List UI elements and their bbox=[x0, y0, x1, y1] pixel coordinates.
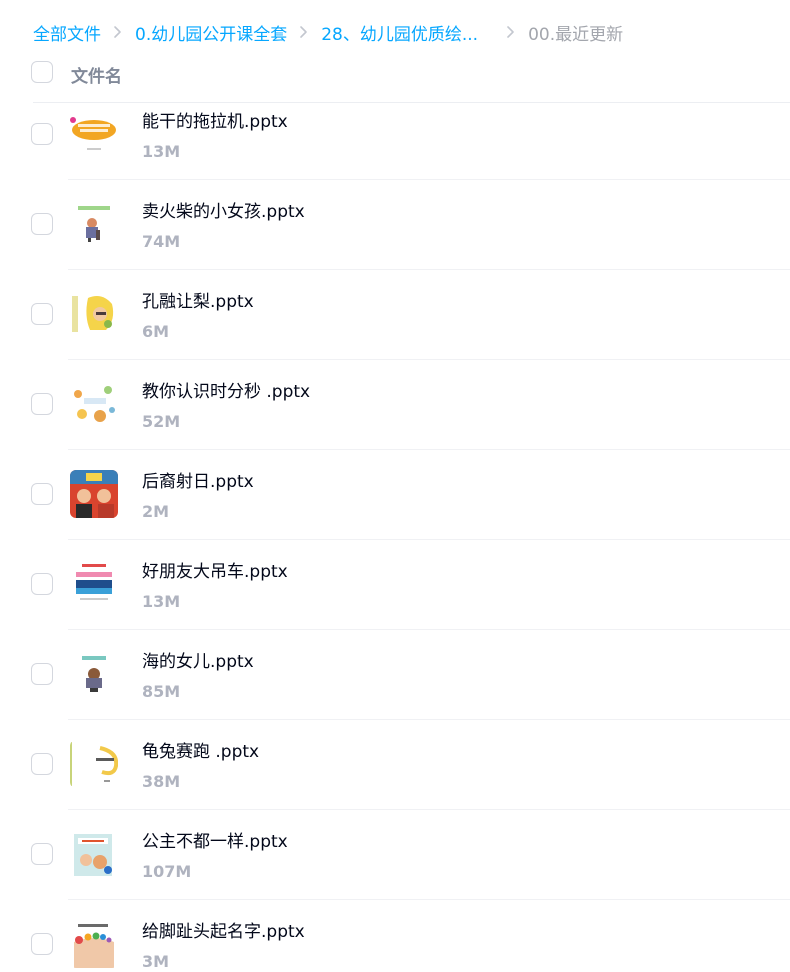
file-row[interactable]: 龟兔赛跑 .pptx 38M bbox=[0, 720, 790, 810]
row-checkbox[interactable] bbox=[31, 303, 53, 325]
clock-lesson-cover-thumbnail-icon bbox=[70, 380, 118, 428]
file-name[interactable]: 好朋友大吊车.pptx bbox=[142, 557, 288, 582]
file-size: 107M bbox=[142, 862, 192, 881]
row-checkbox[interactable] bbox=[31, 213, 53, 235]
file-size: 6M bbox=[142, 322, 170, 341]
crane-cover-thumbnail-icon bbox=[70, 560, 118, 608]
file-size: 13M bbox=[142, 592, 181, 611]
file-size: 38M bbox=[142, 772, 181, 791]
column-header-filename: 文件名 bbox=[71, 67, 122, 87]
tortoise-hare-cover-thumbnail-icon bbox=[70, 740, 118, 788]
row-checkbox[interactable] bbox=[31, 483, 53, 505]
file-size: 85M bbox=[142, 682, 181, 701]
file-name[interactable]: 给脚趾头起名字.pptx bbox=[142, 917, 305, 942]
file-size: 52M bbox=[142, 412, 181, 431]
breadcrumb-item-all-files[interactable]: 全部文件 bbox=[33, 20, 101, 45]
mermaid-cover-thumbnail-icon bbox=[70, 650, 118, 698]
file-row[interactable]: 后裔射日.pptx 2M bbox=[0, 450, 790, 540]
select-all-checkbox[interactable] bbox=[31, 61, 53, 83]
row-checkbox[interactable] bbox=[31, 123, 53, 145]
file-name[interactable]: 龟兔赛跑 .pptx bbox=[142, 737, 259, 762]
chevron-right-icon bbox=[293, 22, 313, 42]
breadcrumb-item-picture-books[interactable]: 28、幼儿园优质绘... bbox=[321, 20, 478, 45]
file-size: 3M bbox=[142, 952, 170, 971]
file-name[interactable]: 卖火柴的小女孩.pptx bbox=[142, 197, 305, 222]
file-name[interactable]: 能干的拖拉机.pptx bbox=[142, 107, 288, 132]
file-name[interactable]: 公主不都一样.pptx bbox=[142, 827, 288, 852]
tractor-cover-thumbnail-icon bbox=[70, 110, 118, 158]
file-size: 13M bbox=[142, 142, 181, 161]
row-checkbox[interactable] bbox=[31, 753, 53, 775]
file-row[interactable]: 好朋友大吊车.pptx 13M bbox=[0, 540, 790, 630]
breadcrumb-item-current-folder: 00.最近更新 bbox=[528, 24, 624, 45]
file-size: 74M bbox=[142, 232, 181, 251]
row-checkbox[interactable] bbox=[31, 933, 53, 955]
chevron-right-icon bbox=[500, 22, 520, 42]
row-checkbox[interactable] bbox=[31, 573, 53, 595]
breadcrumb-item-kindergarten-courses[interactable]: 0.幼儿园公开课全套 bbox=[135, 20, 287, 45]
file-row[interactable]: 卖火柴的小女孩.pptx 74M bbox=[0, 180, 790, 270]
match-girl-cover-thumbnail-icon bbox=[70, 200, 118, 248]
file-row[interactable]: 海的女儿.pptx 85M bbox=[0, 630, 790, 720]
breadcrumb: 全部文件 0.幼儿园公开课全套 28、幼儿园优质绘... 00.最近更新 bbox=[33, 18, 623, 46]
file-list: 能干的拖拉机.pptx 13M 卖火柴的小女孩.pptx 74M 孔融让梨.pp… bbox=[0, 90, 790, 972]
houyi-sun-cover-thumbnail-icon bbox=[70, 470, 118, 518]
file-browser-page: 全部文件 0.幼儿园公开课全套 28、幼儿园优质绘... 00.最近更新 文件名 bbox=[0, 0, 790, 972]
file-row[interactable]: 公主不都一样.pptx 107M bbox=[0, 810, 790, 900]
file-name[interactable]: 孔融让梨.pptx bbox=[142, 287, 254, 312]
toes-cover-thumbnail-icon bbox=[70, 920, 118, 968]
row-checkbox[interactable] bbox=[31, 393, 53, 415]
chevron-right-icon bbox=[107, 22, 127, 42]
princess-cover-thumbnail-icon bbox=[70, 830, 118, 878]
file-row[interactable]: 教你认识时分秒 .pptx 52M bbox=[0, 360, 790, 450]
list-header: 文件名 bbox=[0, 56, 790, 92]
file-row[interactable]: 孔融让梨.pptx 6M bbox=[0, 270, 790, 360]
file-name[interactable]: 教你认识时分秒 .pptx bbox=[142, 377, 310, 402]
kongrong-pear-cover-thumbnail-icon bbox=[70, 290, 118, 338]
file-size: 2M bbox=[142, 502, 170, 521]
row-checkbox[interactable] bbox=[31, 843, 53, 865]
file-row[interactable]: 给脚趾头起名字.pptx 3M bbox=[0, 900, 790, 972]
file-row[interactable]: 能干的拖拉机.pptx 13M bbox=[0, 90, 790, 180]
file-name[interactable]: 后裔射日.pptx bbox=[142, 467, 254, 492]
row-checkbox[interactable] bbox=[31, 663, 53, 685]
file-name[interactable]: 海的女儿.pptx bbox=[142, 647, 254, 672]
